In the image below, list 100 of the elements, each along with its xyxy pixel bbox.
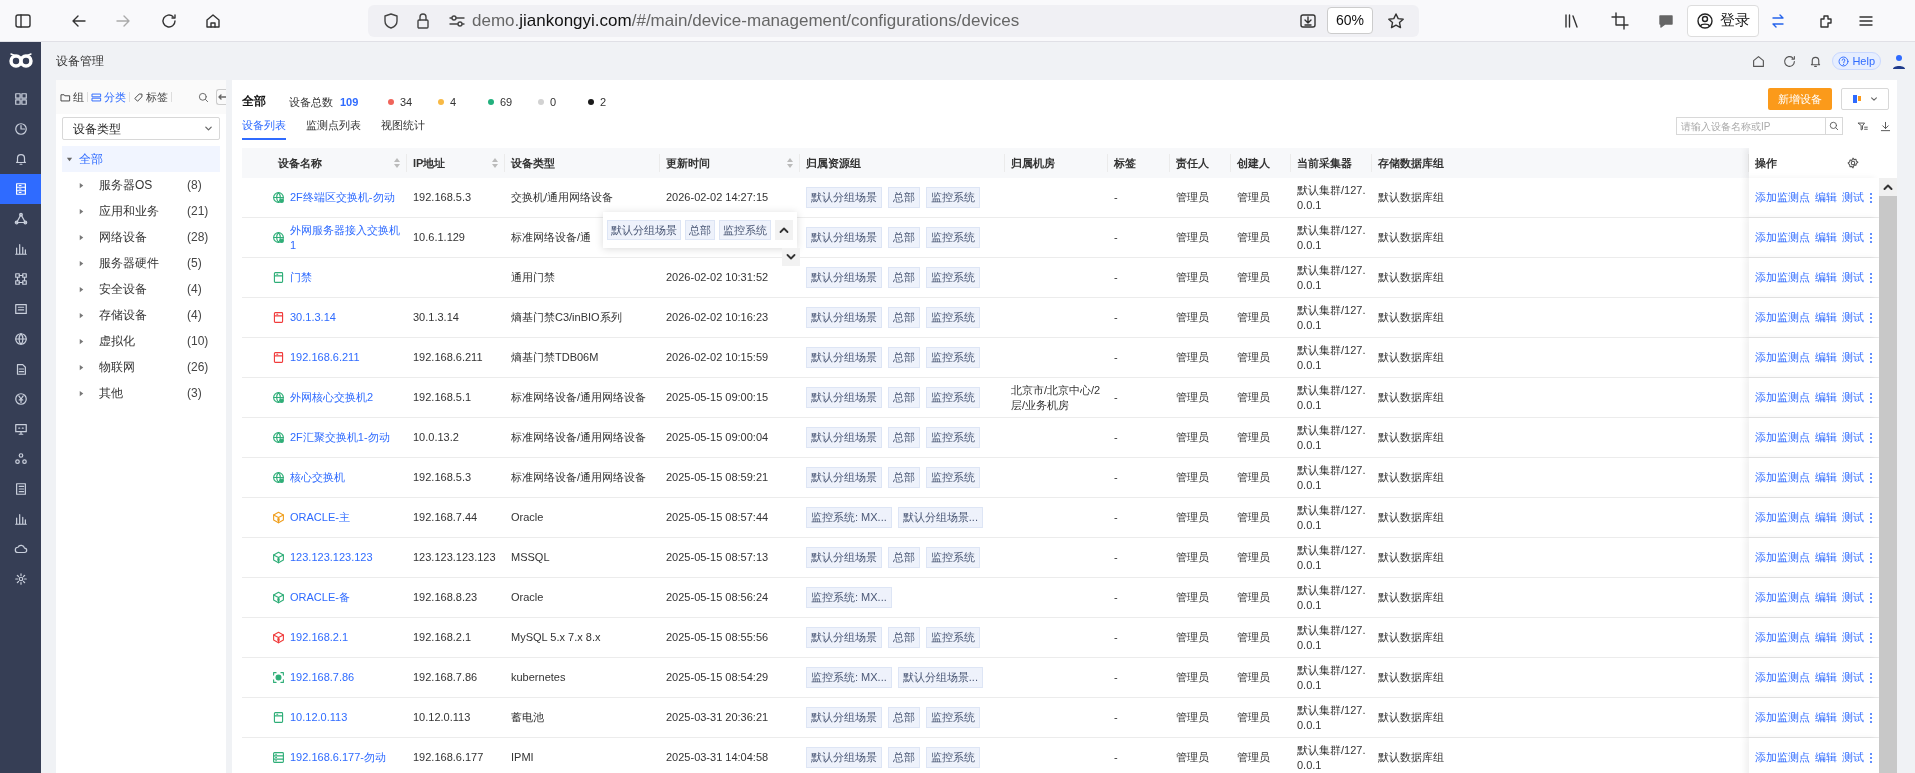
reload-icon[interactable]: [160, 11, 178, 30]
edit-link[interactable]: 编辑: [1815, 469, 1837, 486]
add-monitor-link[interactable]: 添加监测点: [1755, 549, 1810, 566]
add-monitor-link[interactable]: 添加监测点: [1755, 629, 1810, 646]
library-icon[interactable]: [1563, 11, 1581, 30]
column-header[interactable]: 创建人: [1237, 154, 1284, 172]
more-icon[interactable]: [1869, 511, 1873, 524]
more-icon[interactable]: [1869, 591, 1873, 604]
tree-item[interactable]: 全部: [62, 146, 220, 172]
add-monitor-link[interactable]: 添加监测点: [1755, 589, 1810, 606]
more-icon[interactable]: [1869, 671, 1873, 684]
tree-tab[interactable]: 标签: [133, 88, 168, 106]
settings-icon[interactable]: [1847, 157, 1859, 169]
caret-right-icon[interactable]: [78, 181, 85, 189]
edit-link[interactable]: 编辑: [1815, 629, 1837, 646]
sidebar-icon[interactable]: [14, 11, 32, 30]
home-icon[interactable]: [204, 11, 222, 30]
help-button[interactable]: Help: [1832, 52, 1881, 70]
caret-right-icon[interactable]: [78, 233, 85, 241]
device-link[interactable]: 30.1.3.14: [290, 310, 336, 325]
add-monitor-link[interactable]: 添加监测点: [1755, 309, 1810, 326]
caret-right-icon[interactable]: [78, 389, 85, 397]
test-link[interactable]: 测试: [1842, 389, 1864, 406]
edit-link[interactable]: 编辑: [1815, 429, 1837, 446]
device-link[interactable]: 外网服务器接入交换机1: [290, 222, 403, 253]
edit-link[interactable]: 编辑: [1815, 229, 1837, 246]
caret-right-icon[interactable]: [78, 207, 85, 215]
server-nav-button[interactable]: [0, 174, 41, 204]
column-header[interactable]: 设备名称: [278, 154, 400, 172]
test-link[interactable]: 测试: [1842, 509, 1864, 526]
caret-right-icon[interactable]: [78, 285, 85, 293]
tree-tab[interactable]: 分类: [91, 88, 126, 106]
scroll-up-icon[interactable]: [1883, 182, 1893, 192]
test-link[interactable]: 测试: [1842, 669, 1864, 686]
column-header[interactable]: 归属机房: [1011, 154, 1101, 172]
tree-item[interactable]: 服务器OS (8): [62, 172, 220, 198]
device-link[interactable]: 192.168.6.211: [290, 350, 360, 365]
tree-item[interactable]: 存储设备 (4): [62, 302, 220, 328]
caret-right-icon[interactable]: [78, 259, 85, 267]
column-header[interactable]: IP地址: [413, 154, 498, 172]
crop-icon[interactable]: [1611, 11, 1629, 30]
edit-link[interactable]: 编辑: [1815, 509, 1837, 526]
test-link[interactable]: 测试: [1842, 229, 1864, 246]
test-link[interactable]: 测试: [1842, 629, 1864, 646]
type-select[interactable]: 设备类型: [62, 117, 220, 140]
device-link[interactable]: 10.12.0.113: [290, 710, 348, 725]
add-monitor-link[interactable]: 添加监测点: [1755, 269, 1810, 286]
add-monitor-link[interactable]: 添加监测点: [1755, 749, 1810, 766]
tree-item[interactable]: 虚拟化 (10): [62, 328, 220, 354]
zoom-badge[interactable]: 60%: [1326, 7, 1373, 34]
caret-right-icon[interactable]: [78, 337, 85, 345]
download-icon[interactable]: [1298, 11, 1317, 30]
more-icon[interactable]: [1869, 191, 1873, 204]
add-monitor-link[interactable]: 添加监测点: [1755, 429, 1810, 446]
address-bar[interactable]: demo.jiankongyi.com/#/main/device-management/configurations/devices 60%: [368, 4, 1419, 37]
test-link[interactable]: 测试: [1842, 269, 1864, 286]
filter-icon[interactable]: [1857, 120, 1868, 132]
view-switch-button[interactable]: [1841, 88, 1889, 110]
device-link[interactable]: 192.168.6.177-勿动: [290, 750, 386, 765]
device-link[interactable]: 门禁: [290, 270, 312, 285]
avatar-icon[interactable]: [1891, 53, 1907, 69]
view-tab[interactable]: 设备列表: [242, 112, 286, 140]
tree-item[interactable]: 安全设备 (4): [62, 276, 220, 302]
test-link[interactable]: 测试: [1842, 749, 1864, 766]
device-link[interactable]: 核心交换机: [290, 470, 345, 485]
test-link[interactable]: 测试: [1842, 549, 1864, 566]
column-header[interactable]: 责任人: [1176, 154, 1224, 172]
device-link[interactable]: 2F汇聚交换机1-勿动: [290, 430, 390, 445]
column-header[interactable]: 存储数据库组: [1378, 154, 1742, 172]
scroll-down-button[interactable]: [782, 248, 800, 266]
view-tab[interactable]: 监测点列表: [306, 112, 361, 140]
more-icon[interactable]: [1869, 431, 1873, 444]
device-link[interactable]: 192.168.7.86: [290, 670, 355, 685]
column-header[interactable]: 标签: [1114, 154, 1163, 172]
device-link[interactable]: 123.123.123.123: [290, 550, 373, 565]
download-icon[interactable]: [1880, 120, 1891, 132]
add-monitor-link[interactable]: 添加监测点: [1755, 189, 1810, 206]
more-icon[interactable]: [1869, 391, 1873, 404]
tree-item[interactable]: 物联网 (26): [62, 354, 220, 380]
test-link[interactable]: 测试: [1842, 469, 1864, 486]
test-link[interactable]: 测试: [1842, 709, 1864, 726]
edit-link[interactable]: 编辑: [1815, 669, 1837, 686]
tree-item[interactable]: 其他 (3): [62, 380, 220, 406]
refresh-icon[interactable]: [1783, 54, 1797, 68]
edit-link[interactable]: 编辑: [1815, 709, 1837, 726]
tree-tab[interactable]: 组: [60, 88, 84, 106]
test-link[interactable]: 测试: [1842, 589, 1864, 606]
search-icon[interactable]: [198, 91, 209, 103]
view-tab[interactable]: 视图统计: [381, 112, 425, 140]
more-icon[interactable]: [1869, 551, 1873, 564]
more-icon[interactable]: [1869, 471, 1873, 484]
add-monitor-link[interactable]: 添加监测点: [1755, 509, 1810, 526]
tree-item[interactable]: 服务器硬件 (5): [62, 250, 220, 276]
caret-right-icon[interactable]: [78, 311, 85, 319]
bell-icon[interactable]: [1809, 54, 1823, 68]
add-monitor-link[interactable]: 添加监测点: [1755, 389, 1810, 406]
column-header[interactable]: 当前采集器: [1297, 154, 1365, 172]
home-icon[interactable]: [1752, 54, 1766, 68]
search-field[interactable]: 请输入设备名称或IP: [1676, 117, 1826, 135]
account-button[interactable]: 登录: [1687, 4, 1759, 37]
